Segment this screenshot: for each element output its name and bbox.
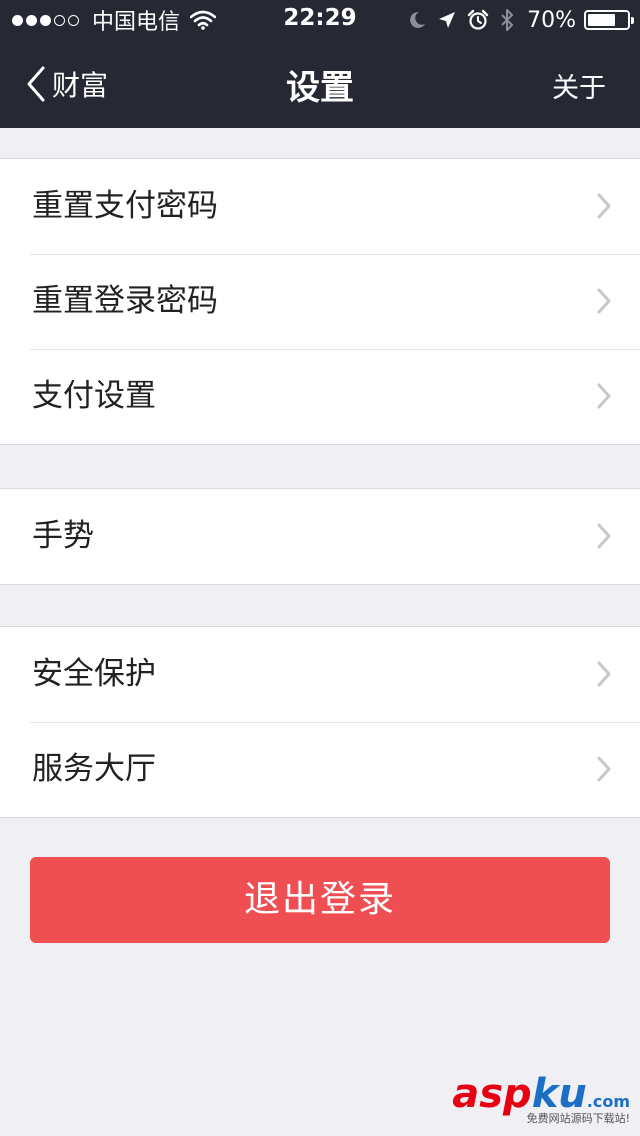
bluetooth-icon xyxy=(499,8,515,32)
row-label: 重置支付密码 xyxy=(32,188,218,224)
about-button[interactable]: 关于 xyxy=(552,66,606,105)
chevron-right-icon xyxy=(597,756,611,782)
battery-icon xyxy=(584,10,634,30)
logout-button[interactable]: 退出登录 xyxy=(30,857,610,943)
payment-settings-item[interactable]: 支付设置 xyxy=(0,349,640,444)
battery-percent: 70% xyxy=(527,7,576,33)
security-protection-item[interactable]: 安全保护 xyxy=(0,627,640,722)
row-label: 支付设置 xyxy=(32,378,156,414)
row-label: 重置登录密码 xyxy=(32,283,218,319)
chevron-right-icon xyxy=(597,383,611,409)
battery-fill xyxy=(588,14,615,26)
alarm-icon xyxy=(467,9,489,31)
watermark-part-a: asp xyxy=(452,1071,532,1117)
battery-tip xyxy=(631,17,634,24)
moon-icon xyxy=(407,10,427,30)
gesture-item[interactable]: 手势 xyxy=(0,489,640,584)
watermark-subtext: 免费网站源码下载站! xyxy=(526,1112,630,1125)
reset-login-password-item[interactable]: 重置登录密码 xyxy=(0,254,640,349)
chevron-right-icon xyxy=(597,661,611,687)
location-arrow-icon xyxy=(437,10,457,30)
row-label: 安全保护 xyxy=(32,656,156,692)
row-label: 手势 xyxy=(32,518,94,554)
settings-group-gesture: 手势 xyxy=(0,488,640,585)
service-hall-item[interactable]: 服务大厅 xyxy=(0,722,640,817)
row-label: 服务大厅 xyxy=(32,751,156,787)
top-bar: 中国电信 22:29 70% 财富 设置 关于 xyxy=(0,0,640,128)
chevron-right-icon xyxy=(597,193,611,219)
watermark-logo: aspku.com 免费网站源码下载站! xyxy=(452,1071,634,1126)
chevron-right-icon xyxy=(597,523,611,549)
watermark-suffix: .com xyxy=(586,1092,630,1111)
reset-pay-password-item[interactable]: 重置支付密码 xyxy=(0,159,640,254)
settings-group-security: 安全保护 服务大厅 xyxy=(0,626,640,818)
chevron-right-icon xyxy=(597,288,611,314)
settings-group-password: 重置支付密码 重置登录密码 支付设置 xyxy=(0,158,640,445)
page-title: 设置 xyxy=(286,68,354,108)
nav-bar: 财富 设置 关于 xyxy=(0,40,640,128)
status-right: 70% xyxy=(397,6,634,34)
status-bar: 中国电信 22:29 70% xyxy=(0,0,640,40)
